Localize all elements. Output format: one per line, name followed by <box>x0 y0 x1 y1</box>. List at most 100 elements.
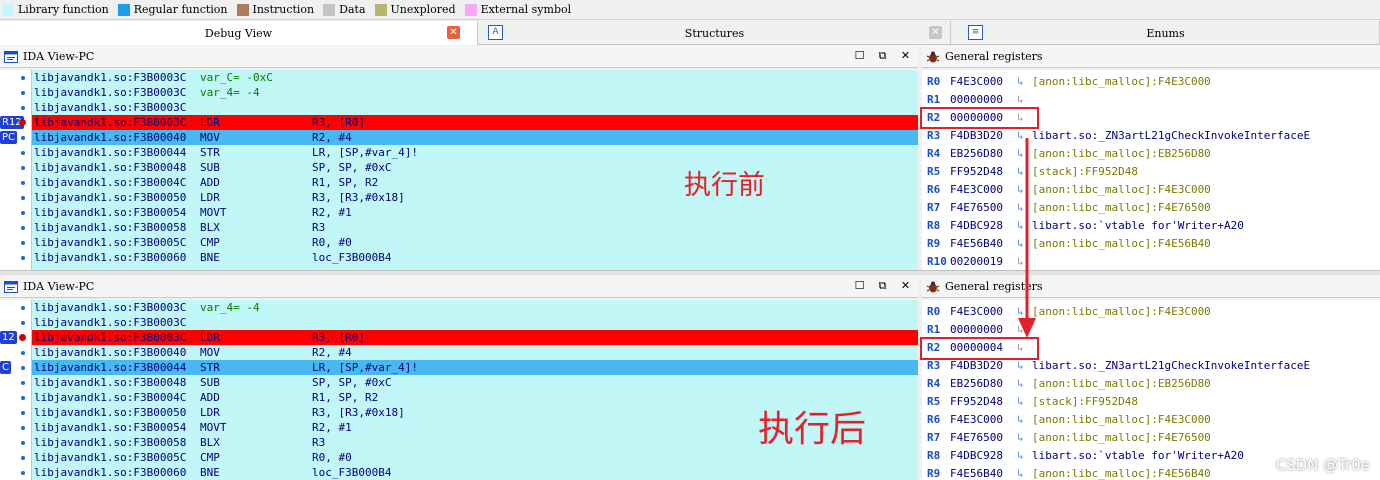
register-name: R4 <box>927 147 941 160</box>
register-value[interactable]: F4DB3D20 <box>950 127 1003 145</box>
line-marker-icon <box>21 351 25 355</box>
register-row-r9[interactable]: R9 F4E56B40 ↳ [anon:libc_malloc]:F4E56B40 <box>922 235 1380 253</box>
code-line[interactable]: libjavandk1.so:F3B0003C LDR R3, [R0] <box>32 330 918 345</box>
register-row-r10[interactable]: R10 00200019 ↳ <box>922 253 1380 270</box>
jump-arrow-icon[interactable]: ↳ <box>1017 411 1024 429</box>
gutter-top: R12 PC <box>0 70 32 270</box>
breakpoint-icon[interactable] <box>19 334 26 341</box>
code-line[interactable]: libjavandk1.so:F3B00044 STR LR, [SP,#var_4… <box>32 360 918 375</box>
disassembly-top[interactable]: libjavandk1.so:F3B0003C var_C= -0xC libjav… <box>32 70 918 270</box>
code-line[interactable]: libjavandk1.so:F3B0003C <box>32 100 918 115</box>
register-value[interactable]: F4E56B40 <box>950 235 1003 253</box>
float-icon[interactable]: ⧉ <box>876 279 889 293</box>
code-address: libjavandk1.so:F3B00050 <box>34 191 187 204</box>
register-value[interactable]: 00200019 <box>950 253 1003 270</box>
close-icon[interactable]: ✕ <box>899 49 912 63</box>
line-marker-icon <box>21 396 25 400</box>
splitter[interactable] <box>0 270 1380 275</box>
code-line[interactable]: libjavandk1.so:F3B00044 STR LR, [SP,#var_4… <box>32 145 918 160</box>
register-name: R7 <box>927 201 941 214</box>
register-name: R8 <box>927 449 941 462</box>
register-value[interactable]: FF952D48 <box>950 163 1003 181</box>
register-value[interactable]: EB256D80 <box>950 145 1003 163</box>
jump-arrow-icon[interactable]: ↳ <box>1017 393 1024 411</box>
jump-arrow-icon[interactable]: ↳ <box>1017 73 1024 91</box>
tab-structures[interactable]: A Structures ✕ <box>479 21 951 45</box>
code-operands: R2, #1 <box>312 206 352 219</box>
register-value[interactable]: EB256D80 <box>950 375 1003 393</box>
register-value[interactable]: F4DBC928 <box>950 447 1003 465</box>
change-arrow-icon <box>1018 138 1036 338</box>
code-line[interactable]: libjavandk1.so:F3B0003C LDR R3, [R0] <box>32 115 918 130</box>
code-line[interactable]: libjavandk1.so:F3B00040 MOV R2, #4 <box>32 130 918 145</box>
code-line[interactable]: libjavandk1.so:F3B0003C var_C= -0xC <box>32 70 918 85</box>
register-row-r0[interactable]: R0 F4E3C000 ↳ [anon:libc_malloc]:F4E3C000 <box>922 303 1380 321</box>
code-line[interactable]: libjavandk1.so:F3B00048 SUB SP, SP, #0xC <box>32 160 918 175</box>
register-row-r0[interactable]: R0 F4E3C000 ↳ [anon:libc_malloc]:F4E3C000 <box>922 73 1380 91</box>
line-marker-icon <box>21 136 25 140</box>
register-row-r7[interactable]: R7 F4E76500 ↳ [anon:libc_malloc]:F4E76500 <box>922 429 1380 447</box>
register-row-r6[interactable]: R6 F4E3C000 ↳ [anon:libc_malloc]:F4E3C000 <box>922 411 1380 429</box>
code-operands: R3 <box>312 436 326 449</box>
legend-item: Instruction <box>236 3 314 16</box>
code-line[interactable]: libjavandk1.so:F3B00060 BNE loc_F3B000B4 <box>32 250 918 265</box>
disassembly-bottom[interactable]: libjavandk1.so:F3B0003C var_4= -4 libjavan… <box>32 300 918 480</box>
code-line[interactable]: libjavandk1.so:F3B0003C var_4= -4 <box>32 85 918 100</box>
restore-icon[interactable]: ☐ <box>853 279 866 293</box>
code-line[interactable]: libjavandk1.so:F3B00060 BNE loc_F3B000B4 <box>32 465 918 480</box>
register-row-r5[interactable]: R5 FF952D48 ↳ [stack]:FF952D48 <box>922 393 1380 411</box>
code-address: libjavandk1.so:F3B0005C <box>34 451 187 464</box>
jump-arrow-icon[interactable]: ↳ <box>1017 465 1024 480</box>
jump-arrow-icon[interactable]: ↳ <box>1017 447 1024 465</box>
register-row-r7[interactable]: R7 F4E76500 ↳ [anon:libc_malloc]:F4E76500 <box>922 199 1380 217</box>
code-line[interactable]: libjavandk1.so:F3B00048 SUB SP, SP, #0xC <box>32 375 918 390</box>
code-line[interactable]: libjavandk1.so:F3B0005C CMP R0, #0 <box>32 450 918 465</box>
code-mnemonic: ADD <box>200 176 220 189</box>
register-value[interactable]: F4E76500 <box>950 199 1003 217</box>
register-row-r3[interactable]: R3 F4DB3D20 ↳ libart.so:_ZN3artL21gCheckInv… <box>922 127 1380 145</box>
line-marker-icon <box>21 411 25 415</box>
code-line[interactable]: libjavandk1.so:F3B00050 LDR R3, [R3,#0x18] <box>32 190 918 205</box>
register-pointer-badge: C <box>0 361 11 374</box>
register-row-r4[interactable]: R4 EB256D80 ↳ [anon:libc_malloc]:EB256D80 <box>922 375 1380 393</box>
register-value[interactable]: F4E3C000 <box>950 411 1003 429</box>
code-line[interactable]: libjavandk1.so:F3B0004C ADD R1, SP, R2 <box>32 175 918 190</box>
register-description: libart.so:`vtable for'Writer+A20 <box>1032 449 1244 462</box>
restore-icon[interactable]: ☐ <box>853 49 866 63</box>
tab-enums[interactable]: ≡ Enums <box>952 21 1380 45</box>
register-description: [anon:libc_malloc]:F4E3C000 <box>1032 413 1211 426</box>
code-line[interactable]: libjavandk1.so:F3B0005C CMP R0, #0 <box>32 235 918 250</box>
code-line[interactable]: libjavandk1.so:F3B00040 MOV R2, #4 <box>32 345 918 360</box>
register-value[interactable]: FF952D48 <box>950 393 1003 411</box>
register-row-r8[interactable]: R8 F4DBC928 ↳ libart.so:`vtable for'Writer+… <box>922 217 1380 235</box>
register-value[interactable]: F4E3C000 <box>950 303 1003 321</box>
close-icon[interactable]: ✕ <box>929 26 942 39</box>
code-line[interactable]: libjavandk1.so:F3B00054 MOVT R2, #1 <box>32 205 918 220</box>
jump-arrow-icon[interactable]: ↳ <box>1017 375 1024 393</box>
code-line[interactable]: libjavandk1.so:F3B0003C var_4= -4 <box>32 300 918 315</box>
close-icon[interactable]: ✕ <box>447 26 460 39</box>
stack-var-def: var_C= -0xC <box>200 71 273 84</box>
register-name: R5 <box>927 165 941 178</box>
register-value[interactable]: F4DBC928 <box>950 217 1003 235</box>
register-row-r4[interactable]: R4 EB256D80 ↳ [anon:libc_malloc]:EB256D80 <box>922 145 1380 163</box>
line-marker-icon <box>21 256 25 260</box>
breakpoint-icon[interactable] <box>19 119 26 126</box>
code-line[interactable]: libjavandk1.so:F3B00058 BLX R3 <box>32 220 918 235</box>
code-operands: LR, [SP,#var_4]! <box>312 361 418 374</box>
register-row-r5[interactable]: R5 FF952D48 ↳ [stack]:FF952D48 <box>922 163 1380 181</box>
bug-icon <box>926 281 940 292</box>
legend-item: Data <box>323 3 366 16</box>
register-value[interactable]: F4E76500 <box>950 429 1003 447</box>
register-value[interactable]: F4E56B40 <box>950 465 1003 480</box>
register-value[interactable]: F4E3C000 <box>950 73 1003 91</box>
register-value[interactable]: F4E3C000 <box>950 181 1003 199</box>
close-icon[interactable]: ✕ <box>899 279 912 293</box>
code-line[interactable]: libjavandk1.so:F3B0003C <box>32 315 918 330</box>
register-pointer-badge: PC <box>0 131 18 144</box>
line-marker-icon <box>21 366 25 370</box>
jump-arrow-icon[interactable]: ↳ <box>1017 429 1024 447</box>
register-row-r6[interactable]: R6 F4E3C000 ↳ [anon:libc_malloc]:F4E3C000 <box>922 181 1380 199</box>
float-icon[interactable]: ⧉ <box>876 49 889 63</box>
tab-debug-view[interactable]: Debug View ✕ <box>0 21 478 45</box>
